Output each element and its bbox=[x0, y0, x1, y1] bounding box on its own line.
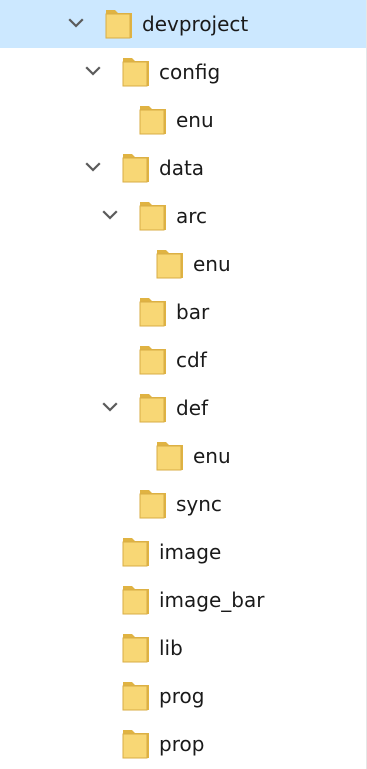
folder-icon bbox=[138, 488, 168, 520]
tree-item-prog[interactable]: prog bbox=[0, 672, 366, 720]
tree-item-enu[interactable]: enu bbox=[0, 96, 366, 144]
folder-icon bbox=[104, 8, 134, 40]
tree-item-image[interactable]: image bbox=[0, 528, 366, 576]
tree-item-devproject[interactable]: devproject bbox=[0, 0, 366, 48]
tree-item-cdf[interactable]: cdf bbox=[0, 336, 366, 384]
folder-icon bbox=[138, 392, 168, 424]
tree-item-enu[interactable]: enu bbox=[0, 432, 366, 480]
tree-item-label: enu bbox=[176, 108, 214, 132]
folder-tree: devproject config enu data arc enu bar cdf def en… bbox=[0, 0, 367, 769]
folder-icon bbox=[138, 344, 168, 376]
chevron-down-icon[interactable] bbox=[66, 13, 86, 33]
chevron-down-icon[interactable] bbox=[100, 397, 120, 417]
folder-icon bbox=[155, 440, 185, 472]
tree-item-label: image bbox=[159, 540, 222, 564]
tree-item-enu[interactable]: enu bbox=[0, 240, 366, 288]
folder-icon bbox=[121, 56, 151, 88]
folder-icon bbox=[155, 248, 185, 280]
tree-item-label: data bbox=[159, 156, 205, 180]
tree-item-label: enu bbox=[193, 252, 231, 276]
folder-icon bbox=[121, 728, 151, 760]
tree-item-label: def bbox=[176, 396, 209, 420]
tree-item-config[interactable]: config bbox=[0, 48, 366, 96]
tree-item-sync[interactable]: sync bbox=[0, 480, 366, 528]
tree-item-label: devproject bbox=[142, 12, 249, 36]
folder-icon bbox=[138, 200, 168, 232]
folder-icon bbox=[121, 632, 151, 664]
tree-item-label: arc bbox=[176, 204, 208, 228]
tree-item-label: image_bar bbox=[159, 588, 265, 612]
tree-item-prop[interactable]: prop bbox=[0, 720, 366, 768]
tree-item-def[interactable]: def bbox=[0, 384, 366, 432]
chevron-down-icon[interactable] bbox=[83, 61, 103, 81]
tree-item-label: enu bbox=[193, 444, 231, 468]
tree-item-label: config bbox=[159, 60, 221, 84]
folder-icon bbox=[121, 152, 151, 184]
folder-icon bbox=[121, 536, 151, 568]
chevron-down-icon[interactable] bbox=[83, 157, 103, 177]
tree-item-label: sync bbox=[176, 492, 222, 516]
tree-item-label: cdf bbox=[176, 348, 207, 372]
tree-item-arc[interactable]: arc bbox=[0, 192, 366, 240]
tree-item-label: lib bbox=[159, 636, 183, 660]
tree-item-bar[interactable]: bar bbox=[0, 288, 366, 336]
tree-item-image-bar[interactable]: image_bar bbox=[0, 576, 366, 624]
tree-item-lib[interactable]: lib bbox=[0, 624, 366, 672]
tree-item-label: prog bbox=[159, 684, 205, 708]
folder-icon bbox=[138, 104, 168, 136]
folder-icon bbox=[138, 296, 168, 328]
folder-icon bbox=[121, 584, 151, 616]
folder-icon bbox=[121, 680, 151, 712]
chevron-down-icon[interactable] bbox=[100, 205, 120, 225]
tree-item-data[interactable]: data bbox=[0, 144, 366, 192]
tree-item-label: bar bbox=[176, 300, 210, 324]
tree-item-label: prop bbox=[159, 732, 205, 756]
